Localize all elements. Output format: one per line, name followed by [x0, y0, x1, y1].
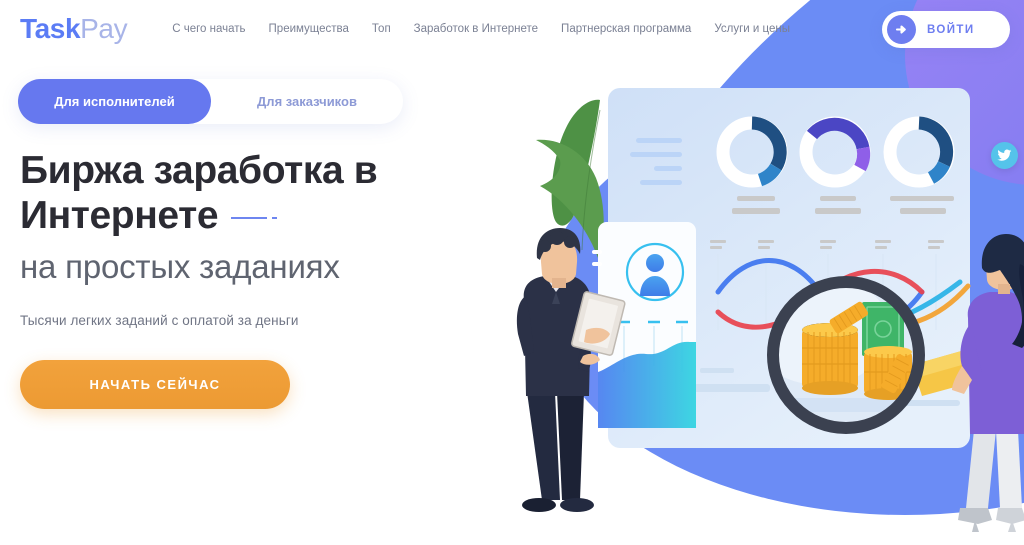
nav-item-4[interactable]: Партнерская программа	[561, 23, 691, 35]
page-subtitle: на простых заданиях	[20, 248, 340, 285]
main-navigation: С чего начать Преимущества Топ Заработок…	[172, 23, 790, 35]
hero-section: Биржа заработка в Интернете на простых з…	[20, 148, 490, 409]
site-header: TaskPay С чего начать Преимущества Топ З…	[0, 0, 1024, 58]
landing-page: TaskPay С чего начать Преимущества Топ З…	[0, 0, 1024, 545]
coin-stack-left	[802, 323, 858, 395]
logo-part-task: Task	[20, 13, 81, 44]
start-now-button[interactable]: НАЧАТЬ СЕЙЧАС	[20, 360, 290, 409]
hero-tagline: Тысячи легких заданий с оплатой за деньг…	[20, 313, 299, 328]
page-title-line2: Интернете	[20, 194, 219, 237]
tab-for-customers[interactable]: Для заказчиков	[211, 79, 403, 124]
nav-item-2[interactable]: Топ	[372, 23, 391, 35]
nav-item-1[interactable]: Преимущества	[269, 23, 349, 35]
logo[interactable]: TaskPay	[20, 13, 128, 45]
page-title: Биржа заработка в Интернете	[20, 148, 490, 238]
start-now-button-label: НАЧАТЬ СЕЙЧАС	[89, 377, 221, 392]
nav-item-0[interactable]: С чего начать	[172, 23, 245, 35]
nav-item-5[interactable]: Услуги и цены	[714, 23, 790, 35]
title-dash-decoration	[231, 216, 278, 219]
audience-tabs: Для исполнителей Для заказчиков	[18, 79, 403, 124]
nav-item-3[interactable]: Заработок в Интернете	[414, 23, 538, 35]
page-title-line1: Биржа заработка в	[20, 149, 378, 192]
tab-for-performers[interactable]: Для исполнителей	[18, 79, 211, 124]
logo-part-pay: Pay	[80, 13, 128, 44]
twitter-icon[interactable]	[991, 142, 1018, 169]
